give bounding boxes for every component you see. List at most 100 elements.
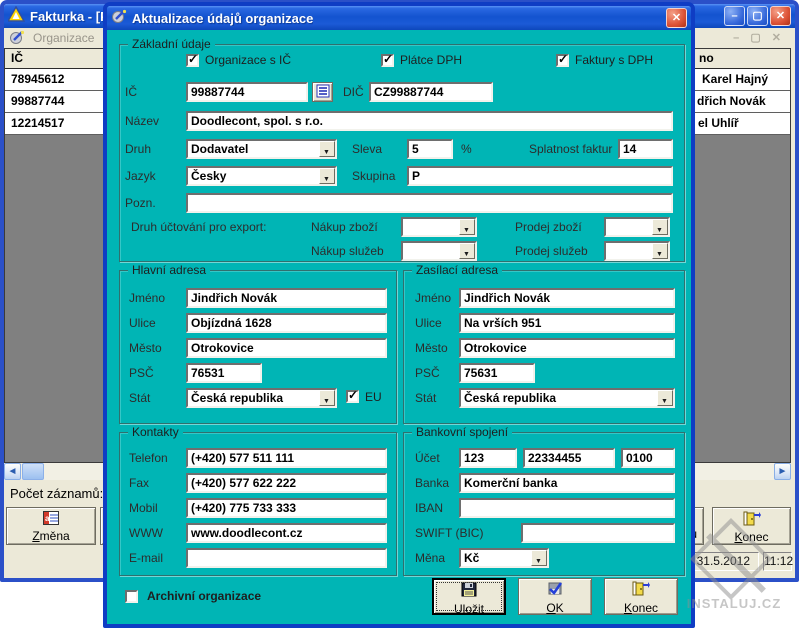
stat-label: Stát <box>415 391 436 405</box>
dic-input[interactable] <box>369 82 493 102</box>
chevron-down-icon[interactable] <box>319 141 335 157</box>
ok-button[interactable]: OK <box>518 578 592 615</box>
ulozit-label: Uložit <box>434 602 504 616</box>
chevron-down-icon[interactable] <box>652 243 668 259</box>
status-time: 11:12 <box>763 552 792 571</box>
main-jmeno-input[interactable] <box>186 288 387 308</box>
chevron-down-icon[interactable] <box>652 219 668 235</box>
chevron-down-icon[interactable] <box>531 550 547 566</box>
faktury-s-dph-checkbox[interactable] <box>556 54 569 67</box>
maximize-button[interactable]: ▢ <box>747 6 768 26</box>
ucet-code-input[interactable] <box>621 448 675 468</box>
ulozit-button[interactable]: Uložit <box>432 578 506 615</box>
main-stat-dropdown[interactable]: Česká republika <box>186 388 337 408</box>
main-ulice-input[interactable] <box>186 313 387 333</box>
export-label: Druh účtování pro export: <box>131 220 266 234</box>
zmena-button[interactable]: a Změna <box>6 507 96 545</box>
mesto-label: Město <box>129 341 162 355</box>
nazev-input[interactable] <box>186 111 673 131</box>
druh-label: Druh <box>125 142 151 156</box>
window-konec-button[interactable]: Konec <box>712 507 791 545</box>
eu-checkbox[interactable] <box>346 390 359 403</box>
telefon-input[interactable] <box>186 448 387 468</box>
jazyk-dropdown[interactable]: Česky <box>186 166 337 186</box>
jmeno-label: Jméno <box>415 291 451 305</box>
email-input[interactable] <box>186 548 387 568</box>
main-psc-input[interactable] <box>186 363 262 383</box>
cell-ic: 99887744 <box>11 94 64 108</box>
dialog-window: Aktualizace údajů organizace ✕ Základní … <box>103 2 695 628</box>
banka-label: Banka <box>415 476 449 490</box>
druh-dropdown[interactable]: Dodavatel <box>186 139 337 159</box>
chevron-down-icon[interactable] <box>319 390 335 406</box>
edit-table-icon: a <box>43 511 59 528</box>
save-floppy-icon <box>461 582 477 602</box>
cell-ic: 78945612 <box>11 72 64 86</box>
menu-item-organizace[interactable]: Organizace <box>33 31 94 45</box>
fax-input[interactable] <box>186 473 387 493</box>
prodej-zbozi-dropdown[interactable] <box>604 217 670 237</box>
mdi-window-controls[interactable]: – ▢ ✕ <box>733 31 785 44</box>
group-bank-legend: Bankovní spojení <box>412 425 512 439</box>
app-logo-icon <box>8 6 25 27</box>
ucet-prefix-input[interactable] <box>459 448 517 468</box>
scrollbar-thumb[interactable] <box>22 463 44 480</box>
banka-input[interactable] <box>459 473 675 493</box>
main-mesto-input[interactable] <box>186 338 387 358</box>
organizace-s-ic-checkbox[interactable] <box>186 54 199 67</box>
platce-dph-checkbox[interactable] <box>381 54 394 67</box>
dialog-stamp-icon <box>111 9 127 28</box>
platce-dph-label: Plátce DPH <box>400 53 462 67</box>
chevron-down-icon[interactable] <box>657 390 673 406</box>
skupina-input[interactable] <box>407 166 673 186</box>
chevron-down-icon[interactable] <box>319 168 335 184</box>
chevron-down-icon[interactable] <box>459 219 475 235</box>
scroll-right-arrow[interactable]: ► <box>774 463 791 480</box>
ship-mesto-input[interactable] <box>459 338 675 358</box>
close-button[interactable]: ✕ <box>770 6 791 26</box>
minimize-button[interactable]: – <box>724 6 745 26</box>
mena-label: Měna <box>415 551 445 565</box>
ship-psc-input[interactable] <box>459 363 535 383</box>
prodej-sluzeb-dropdown[interactable] <box>604 241 670 261</box>
percent-label: % <box>461 142 472 156</box>
ship-jmeno-input[interactable] <box>459 288 675 308</box>
iban-input[interactable] <box>459 498 675 518</box>
ares-lookup-button[interactable] <box>312 82 333 102</box>
scroll-left-arrow[interactable]: ◄ <box>4 463 21 480</box>
eu-label: EU <box>365 390 382 404</box>
swift-input[interactable] <box>521 523 675 543</box>
ulice-label: Ulice <box>415 316 442 330</box>
exit-door-icon <box>632 581 650 601</box>
www-input[interactable] <box>186 523 387 543</box>
zmena-label: Změna <box>7 529 95 543</box>
nakup-zbozi-dropdown[interactable] <box>401 217 477 237</box>
cell-name: dřich Novák <box>697 91 766 112</box>
ship-ulice-input[interactable] <box>459 313 675 333</box>
chevron-down-icon[interactable] <box>459 243 475 259</box>
splatnost-input[interactable] <box>618 139 673 159</box>
jazyk-label: Jazyk <box>125 169 156 183</box>
email-label: E-mail <box>129 551 163 565</box>
ship-stat-dropdown[interactable]: Česká republika <box>459 388 675 408</box>
dialog-konec-button[interactable]: Konec <box>604 578 678 615</box>
svg-text:a: a <box>45 514 50 523</box>
ok-label: OK <box>519 601 591 615</box>
nakup-sluzeb-dropdown[interactable] <box>401 241 477 261</box>
prodej-zbozi-label: Prodej zboží <box>515 220 582 234</box>
splatnost-label: Splatnost faktur <box>529 142 612 156</box>
mena-dropdown[interactable]: Kč <box>459 548 549 568</box>
sleva-input[interactable] <box>407 139 453 159</box>
window-konec-label: Konec <box>713 530 790 544</box>
pozn-input[interactable] <box>186 193 673 213</box>
app-title: Fakturka - [P <box>30 9 109 24</box>
ic-input[interactable] <box>186 82 308 102</box>
column-header-ic[interactable]: IČ <box>11 51 23 65</box>
ucet-number-input[interactable] <box>523 448 615 468</box>
ok-check-icon <box>547 581 563 601</box>
dialog-close-button[interactable]: ✕ <box>666 8 687 28</box>
mobil-input[interactable] <box>186 498 387 518</box>
archiv-checkbox[interactable] <box>125 590 138 603</box>
dialog-title: Aktualizace údajů organizace <box>132 11 313 26</box>
column-header-name-fragment[interactable]: no <box>699 49 714 68</box>
